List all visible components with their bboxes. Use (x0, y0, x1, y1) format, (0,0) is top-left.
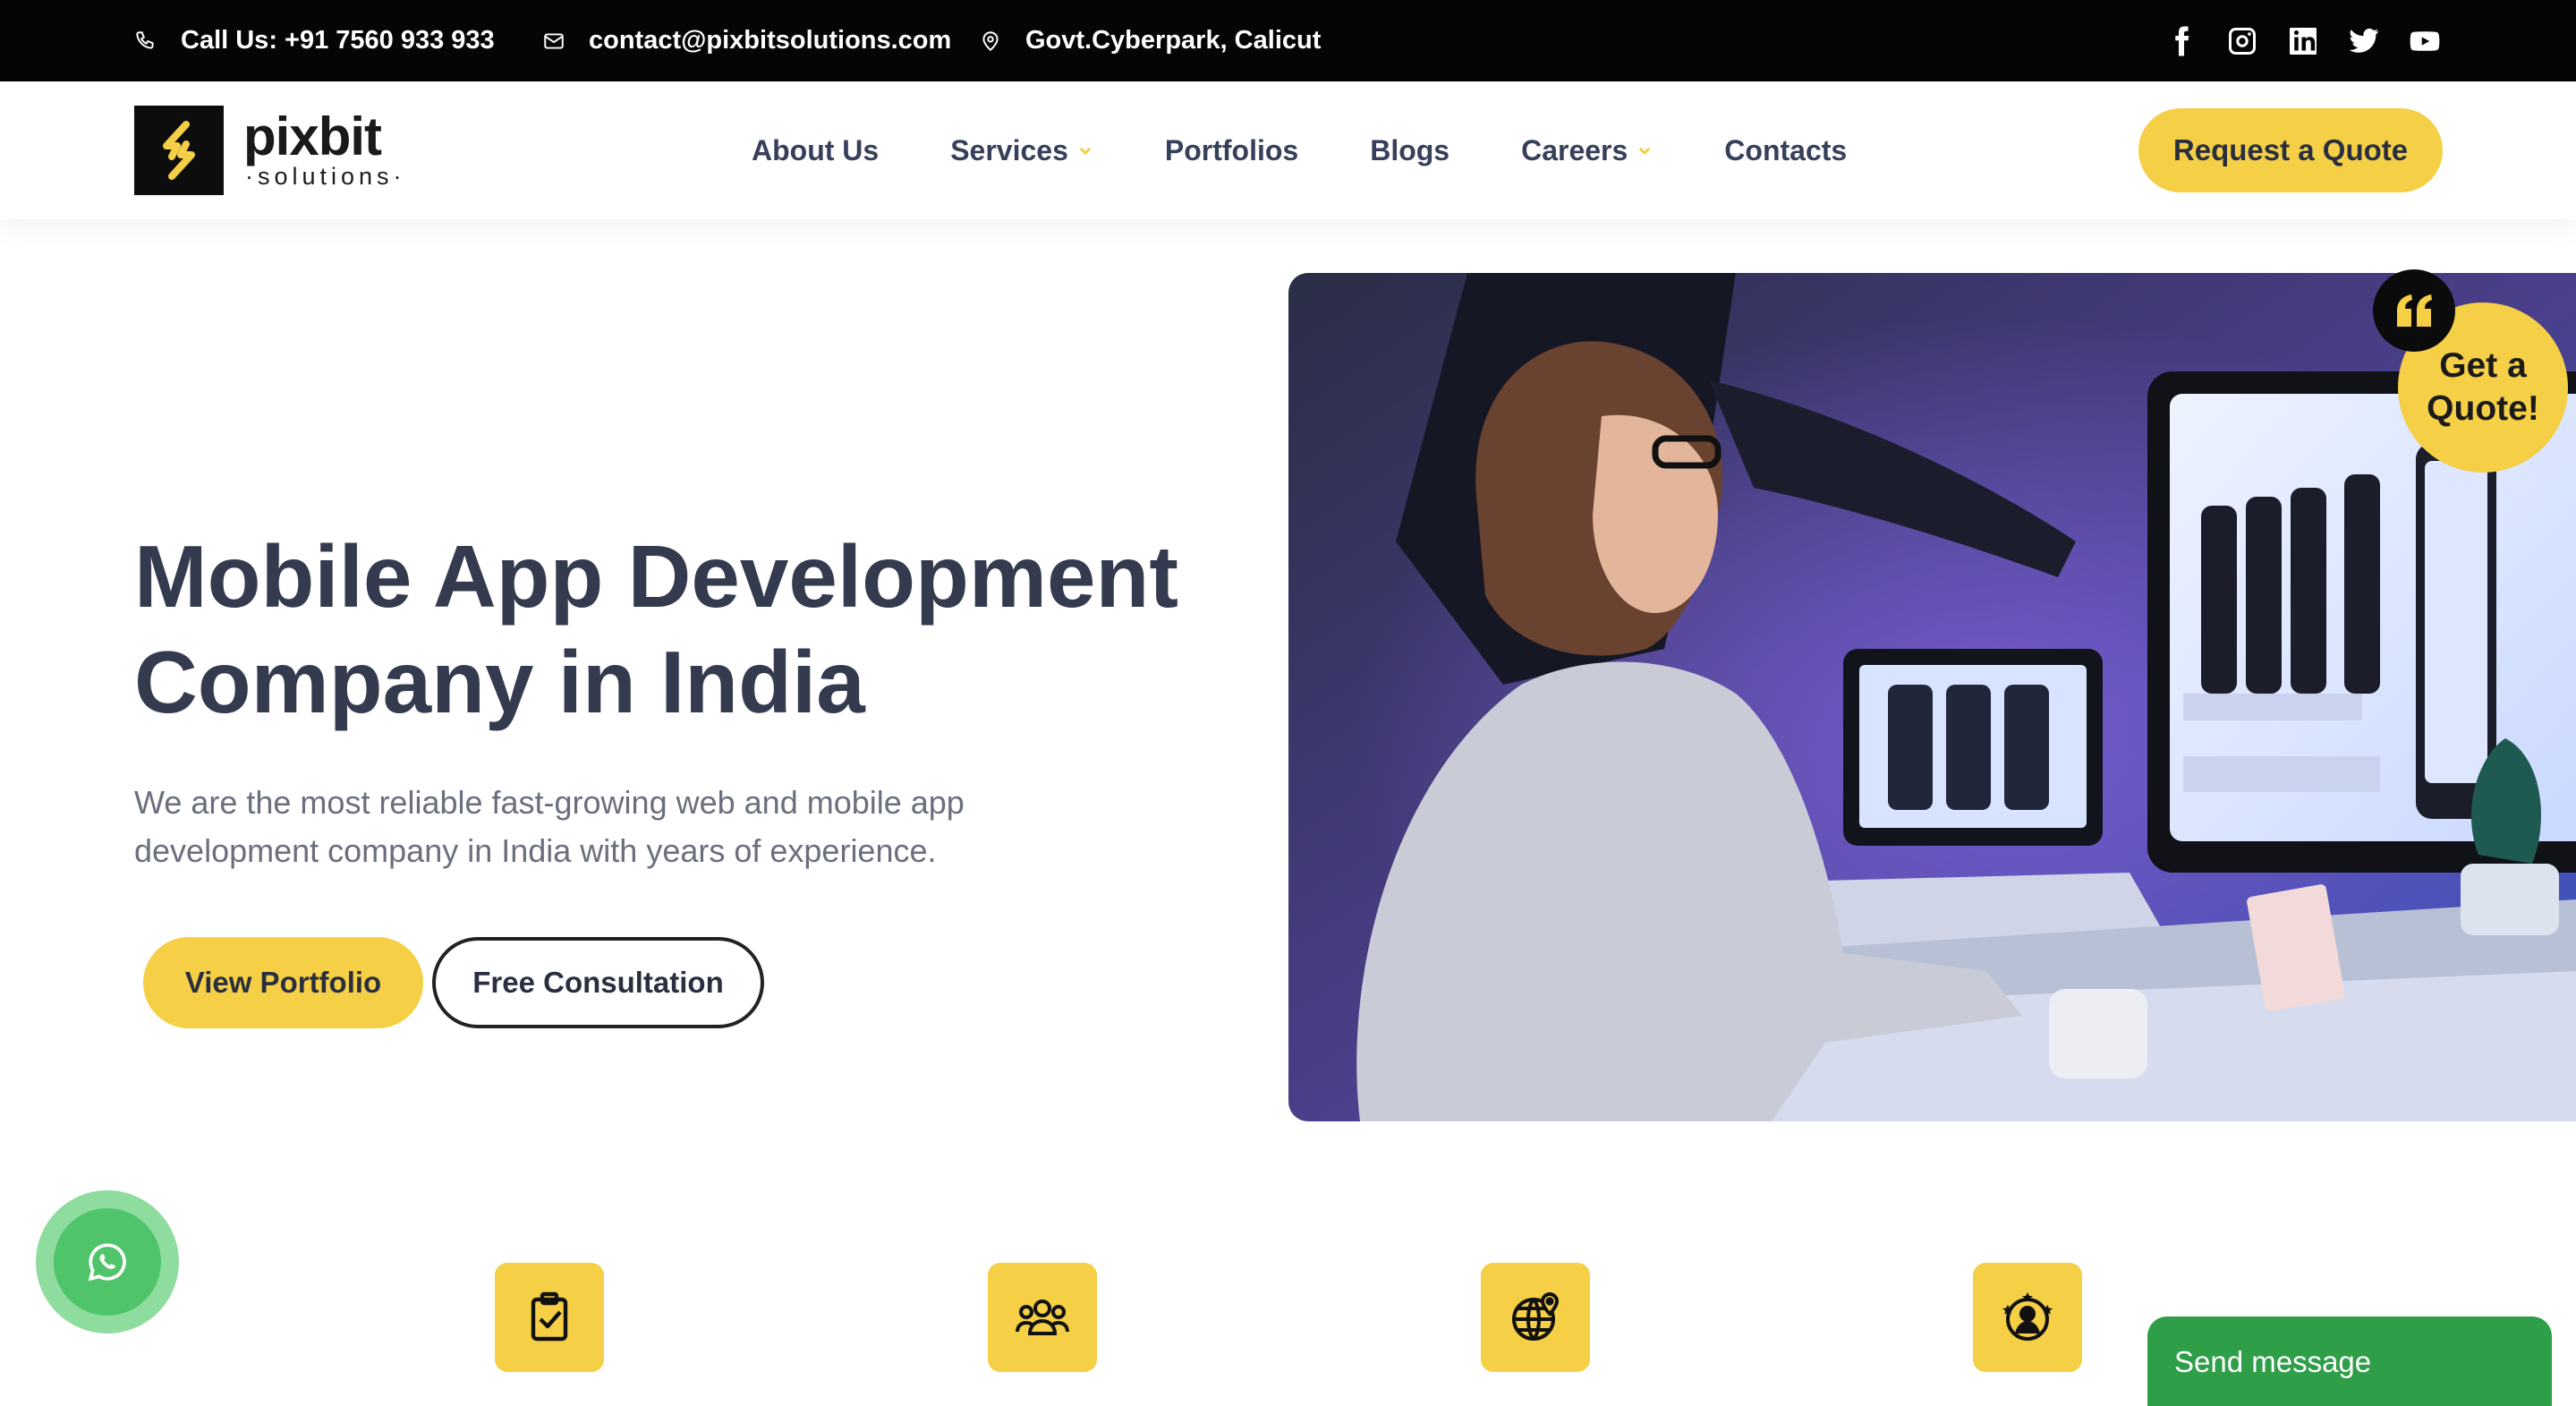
nav-item-label: Portfolios (1164, 133, 1299, 166)
award-person-icon (2002, 1292, 2053, 1341)
hero-title-line-1: Mobile App Development (134, 527, 1179, 626)
hero-description: We are the most reliable fast-growing we… (134, 784, 965, 869)
linkedin-icon[interactable] (2286, 24, 2320, 58)
nav-item-label: Blogs (1370, 133, 1450, 166)
free-consultation-button[interactable]: Free Consultation (432, 937, 764, 1028)
feature-award (1973, 1263, 2082, 1372)
phone-text: Call Us: +91 7560 933 933 (181, 26, 495, 55)
request-quote-button[interactable]: Request a Quote (2138, 108, 2443, 192)
feature-clipboard (495, 1263, 604, 1372)
feature-globe (1481, 1263, 1590, 1372)
chevron-down-icon (1638, 147, 1651, 156)
nav-item-portfolios[interactable]: Portfolios (1165, 134, 1298, 167)
clipboard-check-icon (531, 1291, 568, 1342)
nav-item-services[interactable]: Services (950, 134, 1093, 167)
hero-title-line-2: Company in India (134, 633, 865, 731)
nav-item-careers[interactable]: Careers (1521, 134, 1653, 167)
phone-contact[interactable]: Call Us: +91 7560 933 933 (134, 0, 495, 81)
nav-menu: About Us Services Portfolios Blogs Caree… (752, 81, 1918, 219)
chevron-down-icon (1079, 147, 1092, 156)
team-icon (1016, 1299, 1069, 1335)
top-bar: Call Us: +91 7560 933 933 contact@pixbit… (0, 0, 2576, 81)
main-nav: pixbit ·solutions· About Us Services Por… (0, 81, 2576, 219)
whatsapp-icon (88, 1243, 126, 1282)
email-contact[interactable]: contact@pixbitsolutions.com (542, 0, 951, 81)
nav-item-about[interactable]: About Us (752, 134, 879, 167)
facebook-icon[interactable] (2164, 24, 2198, 58)
send-message-button[interactable]: Send message (2147, 1317, 2552, 1406)
nav-item-blogs[interactable]: Blogs (1370, 134, 1450, 167)
logo-subtitle: ·solutions· (245, 162, 406, 190)
phone-icon (136, 30, 154, 49)
nav-item-contacts[interactable]: Contacts (1724, 134, 1847, 167)
logo[interactable]: pixbit ·solutions· (134, 106, 406, 195)
logo-mark-icon (134, 106, 224, 195)
view-portfolio-button[interactable]: View Portfolio (143, 937, 423, 1028)
logo-wordmark: pixbit (243, 106, 382, 166)
location-text: Govt.Cyberpark, Calicut (1025, 26, 1322, 55)
location-pin-icon (982, 30, 999, 51)
twitter-icon[interactable] (2347, 24, 2381, 58)
youtube-icon[interactable] (2408, 24, 2442, 58)
feature-team (988, 1263, 1097, 1372)
nav-item-label: Contacts (1724, 133, 1848, 166)
mail-icon (544, 32, 564, 49)
whatsapp-button[interactable] (36, 1190, 179, 1334)
hero-title: Mobile App Development Company in India (134, 524, 1297, 735)
nav-item-label: About Us (752, 133, 880, 166)
email-text: contact@pixbitsolutions.com (589, 26, 952, 55)
location-contact[interactable]: Govt.Cyberpark, Calicut (979, 0, 1321, 81)
quote-marks-icon (2373, 269, 2455, 352)
badge-line-1: Get a (2439, 346, 2527, 385)
hero-image (1288, 273, 2576, 1121)
badge-line-2: Quote! (2427, 389, 2539, 428)
globe-location-icon (1512, 1291, 1560, 1341)
social-links (2164, 0, 2442, 81)
nav-item-label: Services (950, 133, 1068, 166)
instagram-icon[interactable] (2225, 24, 2259, 58)
nav-item-label: Careers (1521, 133, 1628, 166)
